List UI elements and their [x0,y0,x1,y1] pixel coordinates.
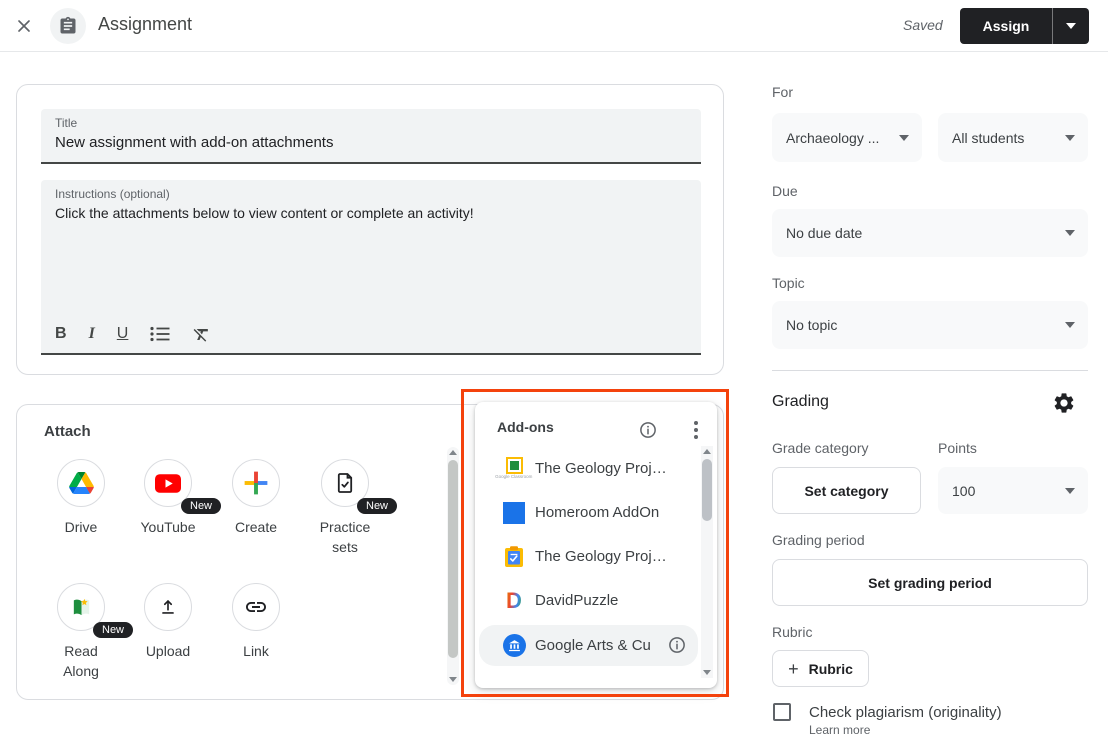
due-date-dropdown[interactable]: No due date [772,209,1088,257]
saved-status: Saved [903,17,943,33]
addons-popup: Add-ons Google Classroom The Geology Pro… [475,402,717,688]
plagiarism-checkbox[interactable] [773,703,791,721]
points-label: Points [938,440,977,456]
sidebar-divider [772,370,1088,371]
add-rubric-button[interactable]: + Rubric [772,650,869,687]
instructions-input[interactable]: Instructions (optional) Click the attach… [41,180,701,355]
top-bar: Assignment Saved Assign [0,0,1108,52]
gear-icon[interactable] [1052,391,1076,415]
davidpuzzle-icon: D [501,586,527,616]
addon-item-label: Google Arts & Cu [535,637,651,654]
grading-period-label: Grading period [772,532,865,548]
grade-category-label: Grade category [772,440,869,456]
scrollbar-thumb[interactable] [702,459,712,521]
attach-create-label: Create [212,517,300,537]
addon-item-geology-1[interactable]: Google Classroom The Geology Proj… [479,448,698,489]
google-classroom-icon: Google Classroom [501,454,527,484]
plus-icon: + [788,660,799,678]
title-input-value: New assignment with add-on attachments [55,134,333,151]
addon-item-arts-culture[interactable]: Google Arts & Cu [479,625,698,666]
read-along-new-badge: New [93,622,133,638]
chevron-down-icon [899,135,909,141]
scroll-up-icon[interactable] [449,450,457,455]
instructions-input-label: Instructions (optional) [55,187,170,201]
addons-title: Add-ons [497,419,554,435]
youtube-new-badge: New [181,498,221,514]
class-dropdown[interactable]: Archaeology ... [772,113,922,162]
title-input[interactable]: Title New assignment with add-on attachm… [41,109,701,164]
chevron-down-icon [1065,322,1075,328]
chevron-down-icon [1065,488,1075,494]
page-title: Assignment [98,14,192,35]
bulleted-list-icon[interactable] [150,324,170,344]
addons-scrollbar[interactable] [701,446,713,678]
attach-upload-label: Upload [124,641,212,661]
addon-item-geology-2[interactable]: The Geology Proj… [479,536,698,577]
addon-item-label: The Geology Proj… [535,548,665,565]
scroll-up-icon[interactable] [703,449,711,454]
addon-item-homeroom[interactable]: Homeroom AddOn [479,492,698,533]
close-icon[interactable] [12,14,36,38]
chevron-down-icon [1066,23,1076,29]
attach-drive-button[interactable]: Drive [37,459,125,537]
attach-link-button[interactable]: Link [212,583,300,661]
learn-more-link[interactable]: Learn more [809,723,870,737]
info-icon[interactable] [639,421,657,439]
set-grading-period-button[interactable]: Set grading period [772,559,1088,606]
for-label: For [772,84,793,100]
underline-icon[interactable]: U [117,324,129,344]
addon-item-label: The Geology Proj… [535,460,665,477]
assignment-details-card: Title New assignment with add-on attachm… [16,84,724,375]
create-plus-icon [232,459,280,507]
points-dropdown[interactable]: 100 [938,467,1088,514]
addon-item-label: Homeroom AddOn [535,504,659,521]
blue-square-icon [501,498,527,528]
due-label: Due [772,183,798,199]
instructions-input-value: Click the attachments below to view cont… [55,205,474,221]
addon-item-davidpuzzle[interactable]: D DavidPuzzle [479,580,698,621]
attach-youtube-label: YouTube [124,517,212,537]
students-dropdown[interactable]: All students [938,113,1088,162]
clipboard-check-icon [501,542,527,572]
chevron-down-icon [1065,230,1075,236]
scroll-down-icon[interactable] [703,670,711,675]
clear-formatting-icon[interactable] [192,324,211,344]
attach-create-button[interactable]: Create [212,459,300,537]
scroll-down-icon[interactable] [449,677,457,682]
drive-icon [57,459,105,507]
attach-drive-label: Drive [37,517,125,537]
set-category-button[interactable]: Set category [772,467,921,514]
assign-button[interactable]: Assign [960,8,1052,44]
attach-practice-sets-label: Practice [301,517,389,537]
plagiarism-label: Check plagiarism (originality) [809,704,1002,721]
attach-upload-button[interactable]: Upload [124,583,212,661]
italic-icon[interactable]: I [89,324,95,344]
link-icon [232,583,280,631]
topic-label: Topic [772,275,805,291]
assign-split-button: Assign [960,8,1089,44]
grading-heading: Grading [772,393,829,411]
info-icon[interactable] [668,636,686,654]
bold-icon[interactable]: B [55,324,67,344]
attach-link-label: Link [212,641,300,661]
attach-heading: Attach [44,423,91,440]
formatting-toolbar: B I U [55,324,211,344]
chevron-down-icon [1065,135,1075,141]
practice-sets-new-badge: New [357,498,397,514]
topic-dropdown[interactable]: No topic [772,301,1088,349]
attachments-scrollbar[interactable] [447,447,459,685]
title-input-label: Title [55,116,77,130]
more-options-icon[interactable] [690,420,702,440]
attach-read-along-label: Read [37,641,125,661]
assign-dropdown-button[interactable] [1053,8,1089,44]
scrollbar-thumb[interactable] [448,460,458,658]
rubric-label: Rubric [772,624,812,640]
arts-culture-icon [501,631,527,661]
assignment-editor-screen: Assignment Saved Assign Title New assign… [0,0,1108,747]
assignment-icon [50,8,86,44]
addon-item-label: DavidPuzzle [535,592,618,609]
upload-icon [144,583,192,631]
